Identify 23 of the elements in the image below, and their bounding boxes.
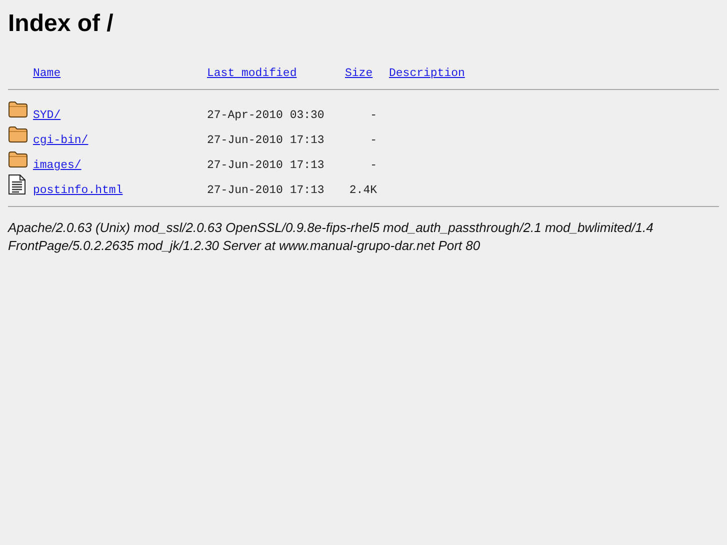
column-sort-link[interactable]: Last modified	[207, 67, 297, 80]
file-link[interactable]: postinfo.html	[33, 184, 123, 197]
modified-date: 27-Jun-2010 17:13	[207, 134, 326, 147]
file-link[interactable]: SYD/	[33, 109, 61, 122]
file-size: -	[369, 109, 377, 122]
file-size: -	[369, 159, 377, 172]
column-sort-link[interactable]: Name	[33, 67, 61, 80]
page-title: Index of /	[8, 10, 114, 38]
modified-date: 27-Apr-2010 03:30	[207, 109, 326, 122]
modified-date: 27-Jun-2010 17:13	[207, 184, 326, 197]
folder-icon	[8, 101, 28, 118]
modified-date: 27-Jun-2010 17:13	[207, 159, 326, 172]
file-size: -	[369, 134, 377, 147]
column-sort-link[interactable]: Description	[389, 67, 465, 80]
folder-icon	[8, 151, 28, 168]
server-signature: FrontPage/5.0.2.2635 mod_jk/1.2.30 Server at www.manual-grupo-dar.net Port 80	[8, 237, 482, 255]
file-link[interactable]: cgi-bin/	[33, 134, 88, 147]
folder-icon	[8, 126, 28, 143]
column-sort-link[interactable]: Size	[345, 67, 373, 80]
server-signature: Apache/2.0.63 (Unix) mod_ssl/2.0.63 OpenSSL/0.9.8e-fips-rhel5 mod_auth_passthrough/2.1 mod_bwlimited/1.4	[8, 219, 654, 237]
file-link[interactable]: images/	[33, 159, 82, 172]
file-size: 2.4K	[348, 184, 377, 197]
document-icon	[8, 174, 26, 195]
